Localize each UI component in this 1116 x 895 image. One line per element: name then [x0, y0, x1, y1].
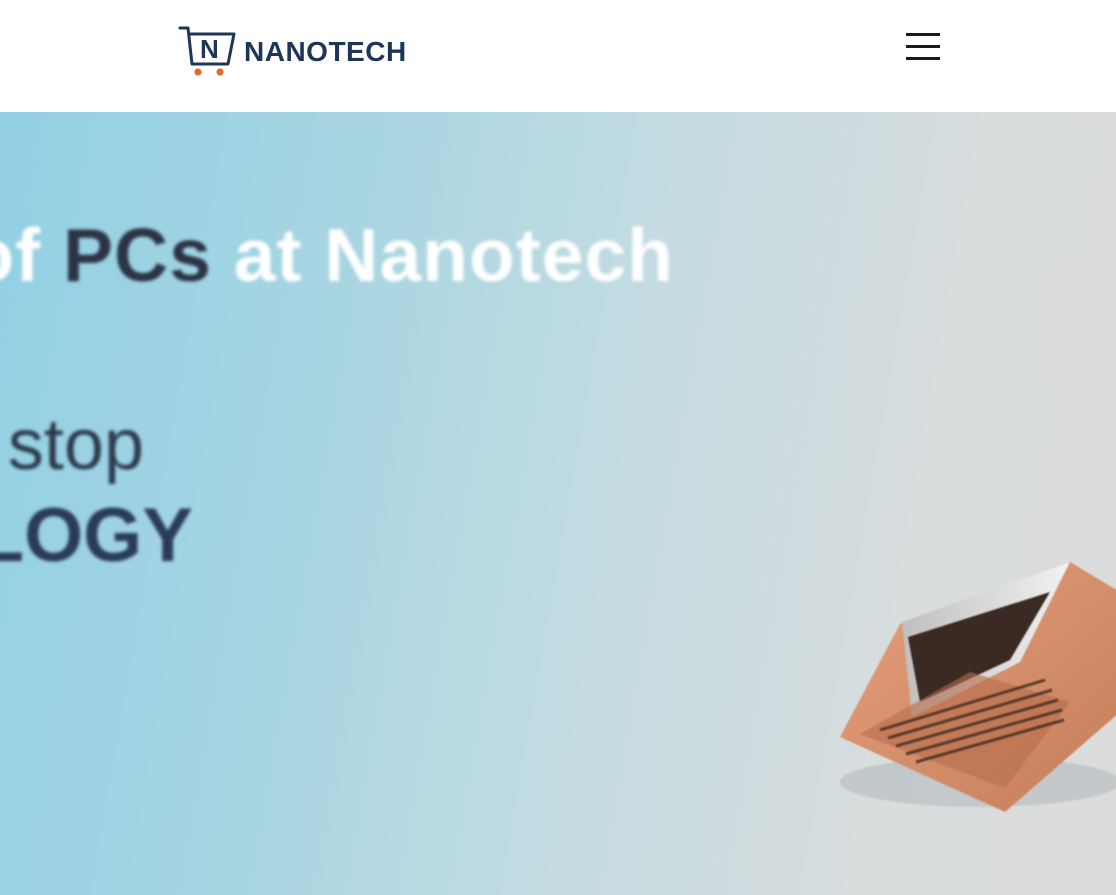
hero-headline-part-1: t of	[0, 213, 42, 297]
logo-text: NANOTECH	[244, 36, 407, 67]
laptop-image	[840, 562, 1116, 812]
hero-headline-part-3: at Nanotech	[211, 213, 674, 297]
logo-mark-letter: N	[200, 34, 219, 64]
hero-banner: t of PCs at Nanotech stop OLOGY	[0, 112, 1116, 895]
hamburger-menu-icon[interactable]	[902, 30, 944, 66]
hero-headline-part-2: PCs	[63, 213, 212, 297]
hero-tagline: OLOGY	[0, 493, 193, 578]
hero-subline: stop	[7, 405, 144, 485]
hero-headline: t of PCs at Nanotech	[0, 212, 674, 298]
nanotech-logo[interactable]: N NANOTECH	[178, 24, 407, 78]
site-header: N NANOTECH	[0, 0, 1116, 112]
shopping-cart-logo-icon: N	[178, 26, 236, 76]
